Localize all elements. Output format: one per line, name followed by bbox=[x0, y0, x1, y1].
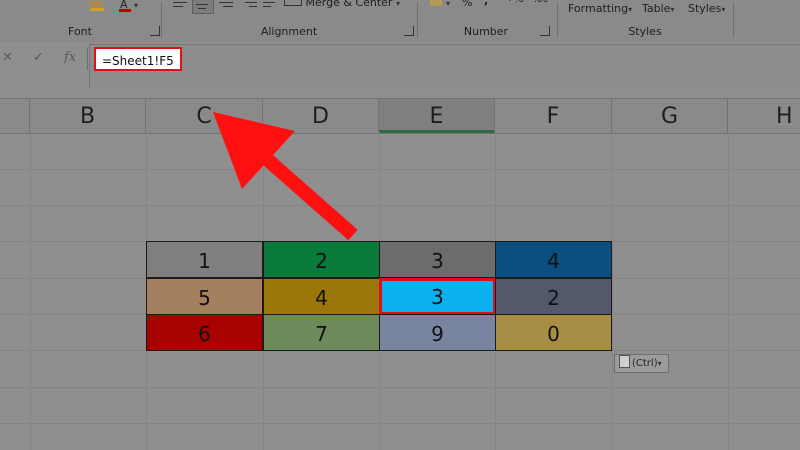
arrow-shaft bbox=[263, 154, 358, 241]
excel-window: A ▾ Font Merge & Center ▾ Alignment ▾ % … bbox=[0, 0, 800, 450]
annotation-arrow bbox=[213, 112, 358, 241]
